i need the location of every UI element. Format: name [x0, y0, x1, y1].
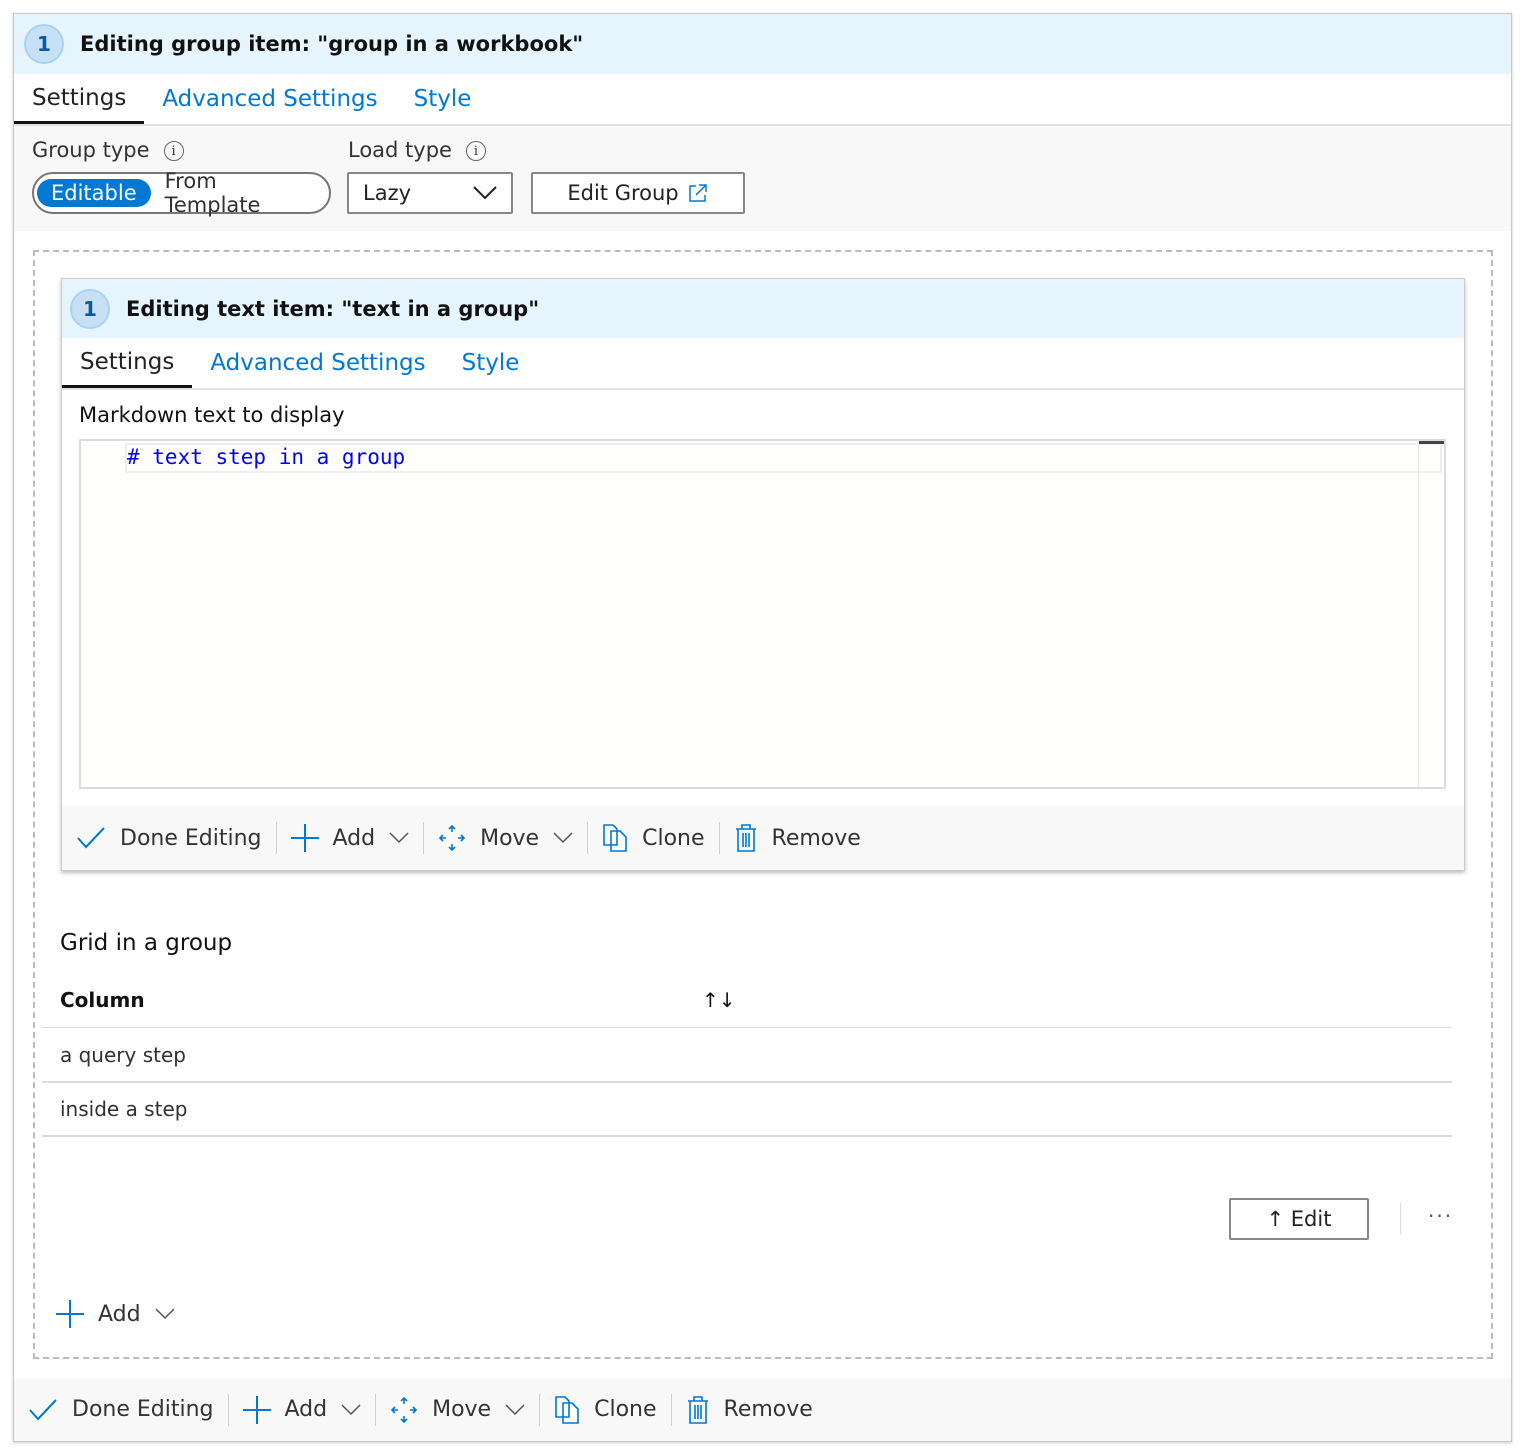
- group-tabs: Settings Advanced Settings Style: [14, 74, 1511, 126]
- remove-button[interactable]: Remove: [720, 823, 875, 853]
- add-step-button[interactable]: Add: [42, 1300, 189, 1328]
- plus-icon: [290, 824, 319, 852]
- grid-title: Grid in a group: [60, 930, 233, 956]
- tab-settings[interactable]: Settings: [62, 338, 193, 388]
- move-label: Move: [432, 1397, 492, 1422]
- add-label: Add: [98, 1301, 141, 1327]
- add-button[interactable]: Add: [229, 1395, 376, 1424]
- chevron-down-icon: [553, 832, 573, 844]
- cell: inside a step: [60, 1097, 188, 1121]
- tab-style[interactable]: Style: [396, 74, 490, 124]
- move-icon: [438, 824, 466, 852]
- clone-button[interactable]: Clone: [540, 1395, 670, 1425]
- tab-settings[interactable]: Settings: [14, 74, 145, 124]
- load-type-label: Load type i: [348, 138, 486, 162]
- step-number-badge: 1: [70, 288, 110, 329]
- markdown-label: Markdown text to display: [79, 403, 345, 427]
- clone-label: Clone: [642, 825, 705, 851]
- load-type-value: Lazy: [363, 181, 412, 205]
- text-item-title: Editing text item: "text in a group": [126, 296, 540, 321]
- divider: [1400, 1203, 1401, 1235]
- cell: a query step: [60, 1043, 186, 1067]
- group-toolbar: Done Editing Add Move Clone Remove: [14, 1378, 1511, 1441]
- clone-button[interactable]: Clone: [588, 823, 718, 853]
- checkmark-icon: [29, 1398, 57, 1420]
- load-type-dropdown[interactable]: Lazy: [347, 172, 513, 214]
- external-link-icon: [688, 184, 707, 202]
- text-item-tabs: Settings Advanced Settings Style: [62, 338, 1464, 390]
- remove-label: Remove: [723, 1397, 813, 1422]
- text-item-toolbar: Done Editing Add Move Clone Remove: [62, 806, 1464, 870]
- add-label: Add: [332, 825, 376, 851]
- remove-button[interactable]: Remove: [672, 1395, 827, 1425]
- markdown-editor[interactable]: # text step in a group: [79, 439, 1446, 789]
- option-from-template[interactable]: From Template: [151, 167, 326, 219]
- trash-icon: [735, 824, 756, 852]
- chevron-down-icon: [505, 1403, 525, 1415]
- done-editing-button[interactable]: Done Editing: [62, 826, 276, 851]
- group-header: 1 Editing group item: "group in a workbo…: [14, 14, 1511, 74]
- move-label: Move: [480, 825, 540, 851]
- group-type-label: Group type i: [32, 138, 184, 162]
- column-header[interactable]: Column: [60, 988, 145, 1012]
- move-button[interactable]: Move: [376, 1396, 539, 1424]
- load-type-text: Load type: [348, 138, 452, 162]
- clone-icon: [555, 1395, 579, 1424]
- editor-scrollbar[interactable]: [1418, 441, 1444, 787]
- table-row: inside a step: [42, 1083, 1452, 1137]
- chevron-down-icon: [389, 832, 409, 844]
- group-title: Editing group item: "group in a workbook…: [80, 32, 584, 56]
- edit-group-label: Edit Group: [567, 181, 679, 205]
- checkmark-icon: [77, 827, 105, 849]
- done-editing-label: Done Editing: [120, 825, 262, 851]
- plus-icon: [242, 1395, 271, 1424]
- remove-label: Remove: [771, 825, 861, 851]
- chevron-down-icon: [155, 1308, 175, 1320]
- chevron-down-icon: [473, 186, 497, 200]
- sort-icon[interactable]: ↑↓: [702, 988, 736, 1012]
- step-number-badge: 1: [24, 24, 64, 64]
- grid-header-row: Column ↑↓: [42, 972, 1452, 1028]
- edit-button[interactable]: ↑ Edit: [1229, 1198, 1369, 1240]
- done-editing-button[interactable]: Done Editing: [14, 1397, 228, 1422]
- move-icon: [390, 1396, 418, 1423]
- more-options-button[interactable]: ···: [1428, 1204, 1453, 1228]
- chevron-down-icon: [341, 1403, 361, 1415]
- info-icon[interactable]: i: [163, 141, 184, 161]
- edit-group-button[interactable]: Edit Group: [531, 172, 745, 214]
- tab-advanced-settings[interactable]: Advanced Settings: [192, 338, 443, 388]
- plus-icon: [56, 1300, 84, 1328]
- tab-style[interactable]: Style: [444, 338, 538, 388]
- add-label: Add: [284, 1397, 328, 1422]
- trash-icon: [687, 1395, 708, 1424]
- info-icon[interactable]: i: [465, 141, 486, 161]
- tab-advanced-settings[interactable]: Advanced Settings: [144, 74, 395, 124]
- option-editable[interactable]: Editable: [37, 179, 151, 207]
- markdown-code-line: # text step in a group: [127, 445, 406, 469]
- move-button[interactable]: Move: [424, 824, 587, 852]
- add-button[interactable]: Add: [277, 824, 424, 852]
- clone-icon: [603, 824, 627, 852]
- group-type-text: Group type: [32, 138, 150, 162]
- table-row: a query step: [42, 1029, 1452, 1083]
- clone-label: Clone: [594, 1397, 657, 1422]
- text-item-header: 1 Editing text item: "text in a group": [62, 279, 1464, 338]
- group-type-toggle[interactable]: Editable From Template: [32, 169, 331, 217]
- done-editing-label: Done Editing: [72, 1397, 214, 1422]
